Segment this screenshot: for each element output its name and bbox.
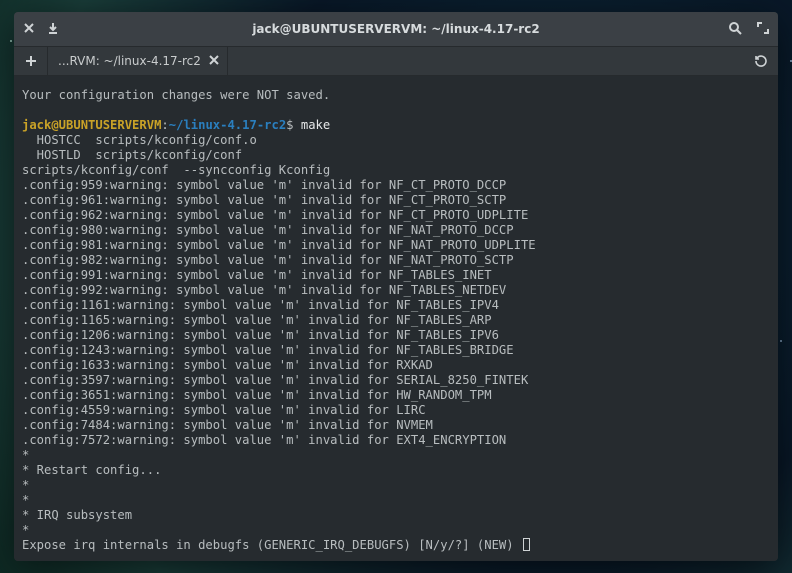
window-title: jack@UBUNTUSERVERVM: ~/linux-4.17-rc2 (82, 22, 710, 36)
tab-bar: ...RVM: ~/linux-4.17-rc2 (14, 46, 778, 76)
download-icon[interactable] (46, 21, 60, 38)
search-icon[interactable] (728, 21, 742, 38)
titlebar[interactable]: jack@UBUNTUSERVERVM: ~/linux-4.17-rc2 (14, 12, 778, 46)
fullscreen-icon[interactable] (756, 21, 770, 38)
terminal-output[interactable]: Your configuration changes were NOT save… (14, 76, 778, 561)
new-tab-button[interactable] (14, 47, 48, 75)
history-icon[interactable] (744, 54, 778, 68)
close-icon[interactable] (22, 21, 36, 38)
tab-label: ...RVM: ~/linux-4.17-rc2 (58, 54, 201, 68)
close-tab-icon[interactable] (209, 54, 219, 68)
tab-terminal[interactable]: ...RVM: ~/linux-4.17-rc2 (48, 47, 228, 75)
terminal-cursor (523, 538, 530, 551)
terminal-window: jack@UBUNTUSERVERVM: ~/linux-4.17-rc2 ..… (14, 12, 778, 561)
